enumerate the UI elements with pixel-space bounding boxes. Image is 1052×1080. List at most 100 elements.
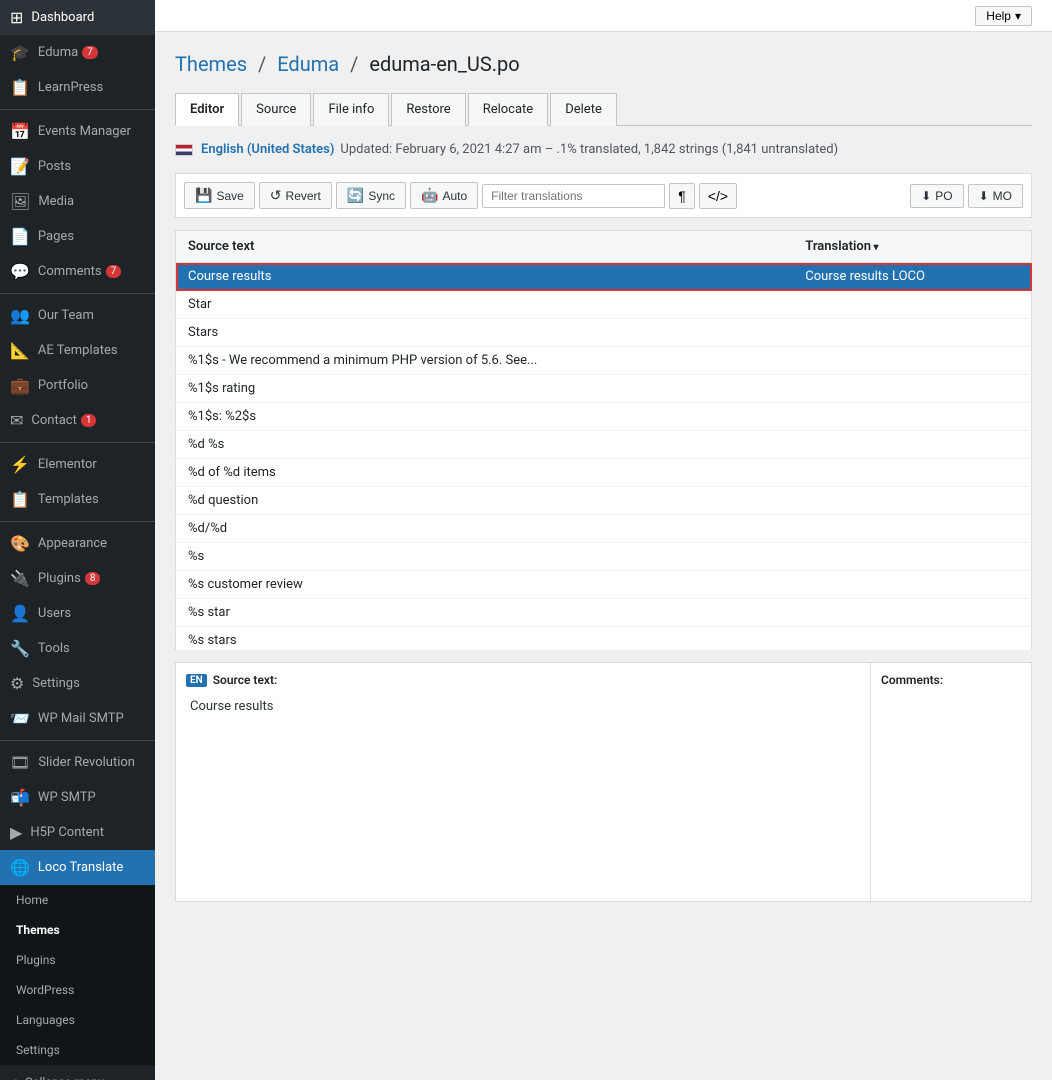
ae-templates-icon: 📐 <box>10 341 30 360</box>
table-row[interactable]: %d %s <box>176 431 1032 459</box>
learnpress-icon: 📋 <box>10 78 30 97</box>
table-header-row: Source text Translation <box>176 231 1032 263</box>
sidebar-item-tools[interactable]: 🔧 Tools <box>0 631 155 666</box>
auto-button[interactable]: 🤖 Auto <box>410 182 478 209</box>
tab-relocate[interactable]: Relocate <box>468 93 549 126</box>
table-row[interactable]: %s star <box>176 599 1032 627</box>
eduma-badge: 7 <box>82 46 98 59</box>
submenu-item-plugins[interactable]: Plugins <box>0 945 155 975</box>
sidebar-item-contact[interactable]: ✉ Contact 1 <box>0 403 155 438</box>
table-row[interactable]: %s <box>176 543 1032 571</box>
sidebar-item-slider-revolution[interactable]: 🎞 Slider Revolution <box>0 745 155 780</box>
help-button[interactable]: Help ▾ <box>975 6 1032 26</box>
translation-cell <box>793 375 1031 403</box>
translation-cell <box>793 487 1031 515</box>
sidebar-item-elementor[interactable]: ⚡ Elementor <box>0 447 155 482</box>
translation-table-wrapper: Source text Translation Course resultsCo… <box>175 230 1032 650</box>
table-row[interactable]: %1$s - We recommend a minimum PHP versio… <box>176 347 1032 375</box>
tab-source[interactable]: Source <box>241 93 311 126</box>
download-mo-button[interactable]: ⬇ MO <box>968 184 1023 208</box>
separator-3 <box>0 442 155 443</box>
h5p-icon: ▶ <box>10 823 22 842</box>
sidebar-item-plugins[interactable]: 🔌 Plugins 8 <box>0 561 155 596</box>
table-row[interactable]: %1$s: %2$s <box>176 403 1032 431</box>
collapse-menu-btn[interactable]: ▲ Collapse menu <box>0 1065 155 1080</box>
sync-button[interactable]: 🔄 Sync <box>336 182 406 209</box>
sidebar-item-users[interactable]: 👤 Users <box>0 596 155 631</box>
sidebar-item-settings[interactable]: ⚙ Settings <box>0 666 155 701</box>
paragraph-icon-btn[interactable]: ¶ <box>669 183 695 209</box>
source-cell: %d/%d <box>176 515 794 543</box>
download-icon-po: ⬇ <box>921 189 931 203</box>
breadcrumb-themes-link[interactable]: Themes <box>175 52 247 76</box>
table-row[interactable]: %d/%d <box>176 515 1032 543</box>
translation-cell <box>793 571 1031 599</box>
save-button[interactable]: 💾 Save <box>184 182 255 209</box>
sidebar-item-ae-templates[interactable]: 📐 AE Templates <box>0 333 155 368</box>
translation-cell <box>793 543 1031 571</box>
table-row[interactable]: %s customer review <box>176 571 1032 599</box>
revert-icon: ↺ <box>270 187 282 204</box>
source-cell: %1$s rating <box>176 375 794 403</box>
sidebar-item-dashboard[interactable]: ⊞ Dashboard <box>0 0 155 35</box>
table-row[interactable]: %1$s rating <box>176 375 1032 403</box>
table-row[interactable]: %s stars <box>176 627 1032 651</box>
submenu-item-home[interactable]: Home <box>0 885 155 915</box>
source-cell: %d question <box>176 487 794 515</box>
sidebar-item-eduma[interactable]: 🎓 Eduma 7 <box>0 35 155 70</box>
translation-cell <box>793 347 1031 375</box>
en-badge: EN <box>186 674 207 687</box>
events-icon: 📅 <box>10 122 30 141</box>
col-translation-header[interactable]: Translation <box>793 231 1031 263</box>
sidebar-item-templates[interactable]: 📋 Templates <box>0 482 155 517</box>
sidebar-item-media[interactable]: 🖼 Media <box>0 184 155 219</box>
submenu-item-settings[interactable]: Settings <box>0 1035 155 1065</box>
translation-cell <box>793 459 1031 487</box>
table-row[interactable]: Star <box>176 291 1032 319</box>
slider-icon: 🎞 <box>10 753 30 772</box>
users-icon: 👤 <box>10 604 30 623</box>
sidebar-item-comments[interactable]: 💬 Comments 7 <box>0 254 155 289</box>
tab-delete[interactable]: Delete <box>550 93 617 126</box>
sidebar-item-h5p[interactable]: ▶ H5P Content <box>0 815 155 850</box>
submenu-item-themes[interactable]: Themes <box>0 915 155 945</box>
sidebar-item-wp-smtp[interactable]: 📬 WP SMTP <box>0 780 155 815</box>
translation-cell <box>793 291 1031 319</box>
submenu-item-wordpress[interactable]: WordPress <box>0 975 155 1005</box>
table-row[interactable]: %d of %d items <box>176 459 1032 487</box>
page-content: Themes / Eduma / eduma-en_US.po Editor S… <box>155 32 1052 1080</box>
code-icon-btn[interactable]: </> <box>699 183 737 209</box>
download-po-button[interactable]: ⬇ PO <box>910 184 963 208</box>
table-row[interactable]: %d question <box>176 487 1032 515</box>
sidebar-item-posts[interactable]: 📝 Posts <box>0 149 155 184</box>
breadcrumb-file: eduma-en_US.po <box>369 52 519 76</box>
source-cell: Star <box>176 291 794 319</box>
sidebar-item-portfolio[interactable]: 💼 Portfolio <box>0 368 155 403</box>
sidebar-item-learnpress[interactable]: 📋 LearnPress <box>0 70 155 105</box>
table-row[interactable]: Stars <box>176 319 1032 347</box>
filter-input[interactable] <box>482 184 665 208</box>
top-bar: Help ▾ <box>155 0 1052 32</box>
tab-restore[interactable]: Restore <box>391 93 465 126</box>
plugins-badge: 8 <box>85 572 101 585</box>
translation-cell <box>793 599 1031 627</box>
sidebar-item-our-team[interactable]: 👥 Our Team <box>0 298 155 333</box>
sidebar-item-pages[interactable]: 📄 Pages <box>0 219 155 254</box>
translation-cell <box>793 319 1031 347</box>
comments-panel-header: Comments: <box>881 673 1021 687</box>
pages-icon: 📄 <box>10 227 30 246</box>
breadcrumb-sep1: / <box>258 52 266 76</box>
sidebar-item-loco-translate[interactable]: 🌐 Loco Translate <box>0 850 155 885</box>
tab-file-info[interactable]: File info <box>313 93 389 126</box>
sidebar-item-events-manager[interactable]: 📅 Events Manager <box>0 114 155 149</box>
revert-button[interactable]: ↺ Revert <box>259 182 332 209</box>
breadcrumb-eduma-link[interactable]: Eduma <box>277 52 339 76</box>
tab-editor[interactable]: Editor <box>175 93 239 126</box>
sidebar-item-appearance[interactable]: 🎨 Appearance <box>0 526 155 561</box>
table-row[interactable]: Course resultsCourse results LOCO <box>176 263 1032 291</box>
portfolio-icon: 💼 <box>10 376 30 395</box>
sidebar-item-wp-mail-smtp[interactable]: 📨 WP Mail SMTP <box>0 701 155 736</box>
auto-icon: 🤖 <box>421 187 438 204</box>
sidebar: ⊞ Dashboard 🎓 Eduma 7 📋 LearnPress 📅 Eve… <box>0 0 155 1080</box>
submenu-item-languages[interactable]: Languages <box>0 1005 155 1035</box>
